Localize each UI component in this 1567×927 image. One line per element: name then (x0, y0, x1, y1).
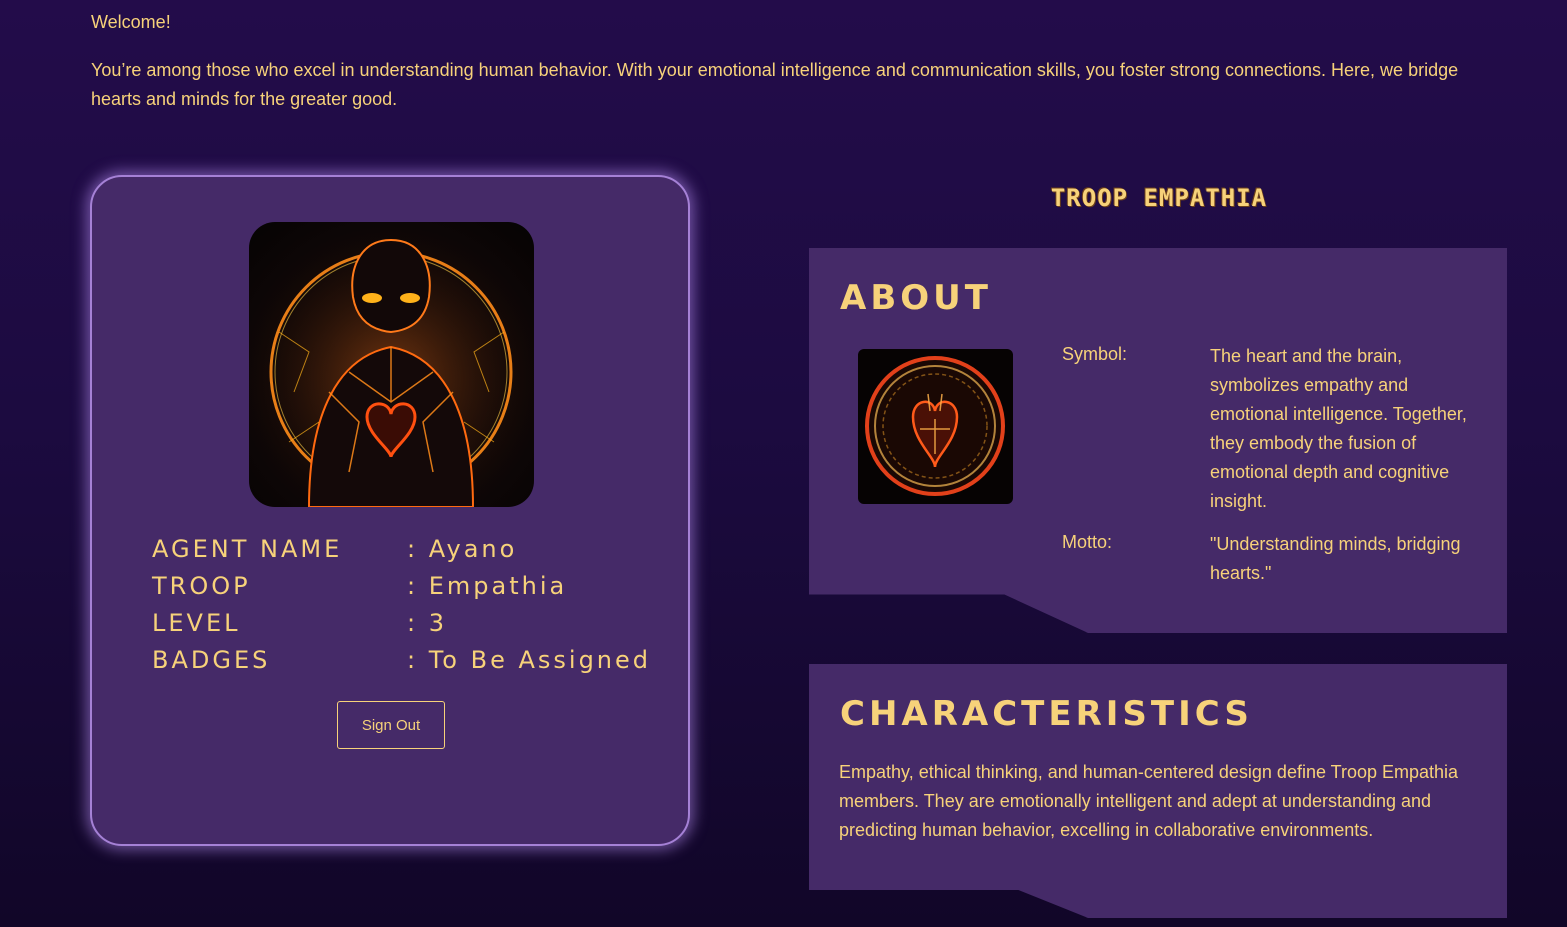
troop-symbol-image (858, 349, 1013, 504)
fiery-figure-icon (249, 222, 534, 507)
level-label: LEVEL (152, 608, 241, 637)
welcome-title: Welcome! (91, 12, 171, 32)
characteristics-panel: CHARACTERISTICS Empathy, ethical thinkin… (809, 664, 1507, 918)
agent-profile-card: AGENT NAME : Ayano TROOP : Empathia LEVE… (90, 175, 690, 846)
welcome-text: You’re among those who excel in understa… (91, 60, 1459, 109)
info-row-level: LEVEL : 3 (152, 604, 651, 641)
sign-out-button[interactable]: Sign Out (337, 701, 445, 749)
agent-avatar (249, 222, 534, 507)
badges-label: BADGES (152, 645, 271, 674)
level-value: : 3 (407, 608, 447, 637)
heart-symbol-icon (865, 356, 1005, 496)
motto-label: Motto: (1062, 532, 1113, 552)
info-row-badges: BADGES : To Be Assigned (152, 641, 651, 678)
symbol-label: Symbol: (1062, 344, 1128, 364)
agent-name-label: AGENT NAME (152, 534, 343, 563)
troop-title: TROOP EMPATHIA (1050, 184, 1268, 212)
agent-info-table: AGENT NAME : Ayano TROOP : Empathia LEVE… (152, 530, 651, 678)
agent-name-value: : Ayano (407, 534, 518, 563)
badges-value: : To Be Assigned (407, 645, 652, 674)
about-panel: ABOUT Symbol: The heart and the brain, s… (809, 248, 1507, 633)
symbol-description: The heart and the brain, symbolizes empa… (1210, 346, 1467, 511)
motto-text: "Understanding minds, bridging hearts." (1210, 534, 1461, 583)
characteristics-heading: CHARACTERISTICS (840, 694, 1253, 734)
info-row-troop: TROOP : Empathia (152, 567, 651, 604)
info-row-agent-name: AGENT NAME : Ayano (152, 530, 651, 567)
characteristics-text: Empathy, ethical thinking, and human-cen… (839, 762, 1459, 840)
troop-value: : Empathia (407, 571, 568, 600)
about-heading: ABOUT (840, 278, 992, 318)
troop-label: TROOP (152, 571, 251, 600)
